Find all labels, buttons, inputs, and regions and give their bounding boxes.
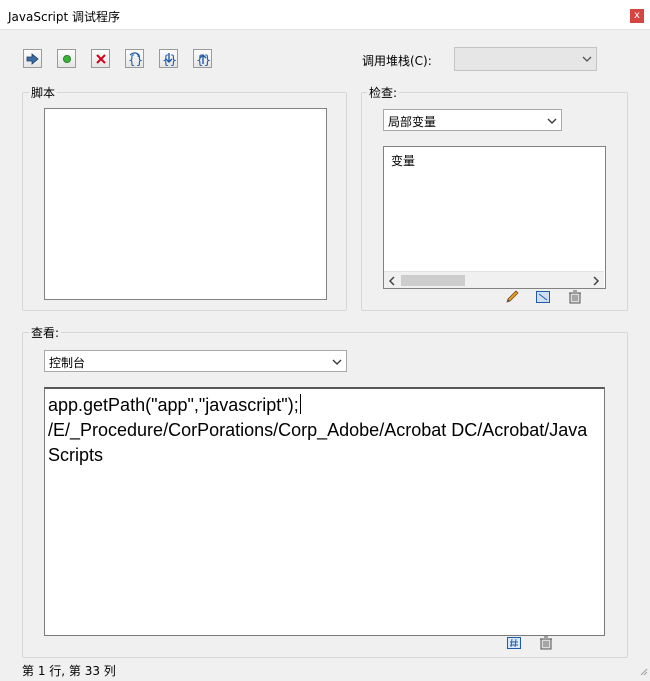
- inspect-group-title: 检查:: [367, 84, 400, 101]
- window-title: JavaScript 调试程序: [8, 10, 120, 24]
- red-x-icon: [95, 53, 106, 64]
- green-dot-icon: [62, 54, 72, 64]
- edit-variable-button[interactable]: [504, 289, 522, 307]
- step-into-button[interactable]: {}: [159, 49, 178, 68]
- view-select[interactable]: 控制台: [44, 350, 347, 372]
- call-stack-select[interactable]: [454, 47, 597, 71]
- scope-select[interactable]: 局部变量: [383, 109, 562, 131]
- stop-button[interactable]: [91, 49, 110, 68]
- chevron-down-icon: [332, 356, 342, 370]
- view-value: 控制台: [49, 356, 86, 370]
- pencil-icon: [505, 289, 521, 307]
- arrow-right-icon: [26, 52, 39, 65]
- text-caret: [299, 394, 301, 414]
- delete-variable-button[interactable]: [566, 290, 584, 306]
- step-out-button[interactable]: {}: [193, 49, 212, 68]
- view-group-title: 查看:: [29, 324, 62, 341]
- chevron-down-icon: [547, 115, 557, 129]
- scroll-right-icon[interactable]: [592, 275, 600, 289]
- trash-icon: [538, 636, 554, 653]
- close-icon: x: [634, 10, 640, 21]
- console-clear-button[interactable]: [537, 636, 555, 652]
- console-line: /E/_Procedure/CorPorations/Corp_Adobe/Ac…: [48, 420, 588, 465]
- script-editor[interactable]: [44, 108, 327, 300]
- step-over-icon: {}: [127, 51, 143, 66]
- trash-icon: [567, 290, 583, 307]
- call-stack-label: 调用堆栈(C):: [362, 54, 432, 68]
- variables-column-header: 变量: [391, 154, 416, 168]
- variables-horizontal-scrollbar[interactable]: [384, 271, 604, 288]
- status-text: 第 1 行, 第 33 列: [22, 664, 116, 678]
- console-run-button[interactable]: [505, 636, 523, 652]
- scroll-left-icon[interactable]: [388, 275, 396, 289]
- scope-value: 局部变量: [388, 115, 437, 129]
- scrollbar-thumb[interactable]: [401, 275, 465, 286]
- breakpoint-button[interactable]: [57, 49, 76, 68]
- toggle-view-button[interactable]: [534, 290, 552, 306]
- step-out-icon: {}: [195, 52, 211, 66]
- resume-button[interactable]: [23, 49, 42, 68]
- console-textarea[interactable]: app.getPath("app","javascript"); /E/_Pro…: [44, 387, 605, 636]
- step-over-button[interactable]: {}: [125, 49, 144, 68]
- close-button[interactable]: x: [630, 9, 644, 23]
- step-into-icon: {}: [161, 52, 177, 66]
- grid-icon: [535, 290, 551, 307]
- hash-icon: [506, 636, 522, 653]
- console-line: app.getPath("app","javascript");: [48, 395, 299, 415]
- variables-list[interactable]: 变量: [383, 146, 606, 289]
- resize-grip-icon[interactable]: [638, 665, 648, 679]
- title-bar: JavaScript 调试程序 x: [0, 0, 650, 30]
- console-content: app.getPath("app","javascript"); /E/_Pro…: [48, 393, 598, 468]
- script-group-title: 脚本: [29, 84, 58, 101]
- chevron-down-icon: [582, 53, 592, 67]
